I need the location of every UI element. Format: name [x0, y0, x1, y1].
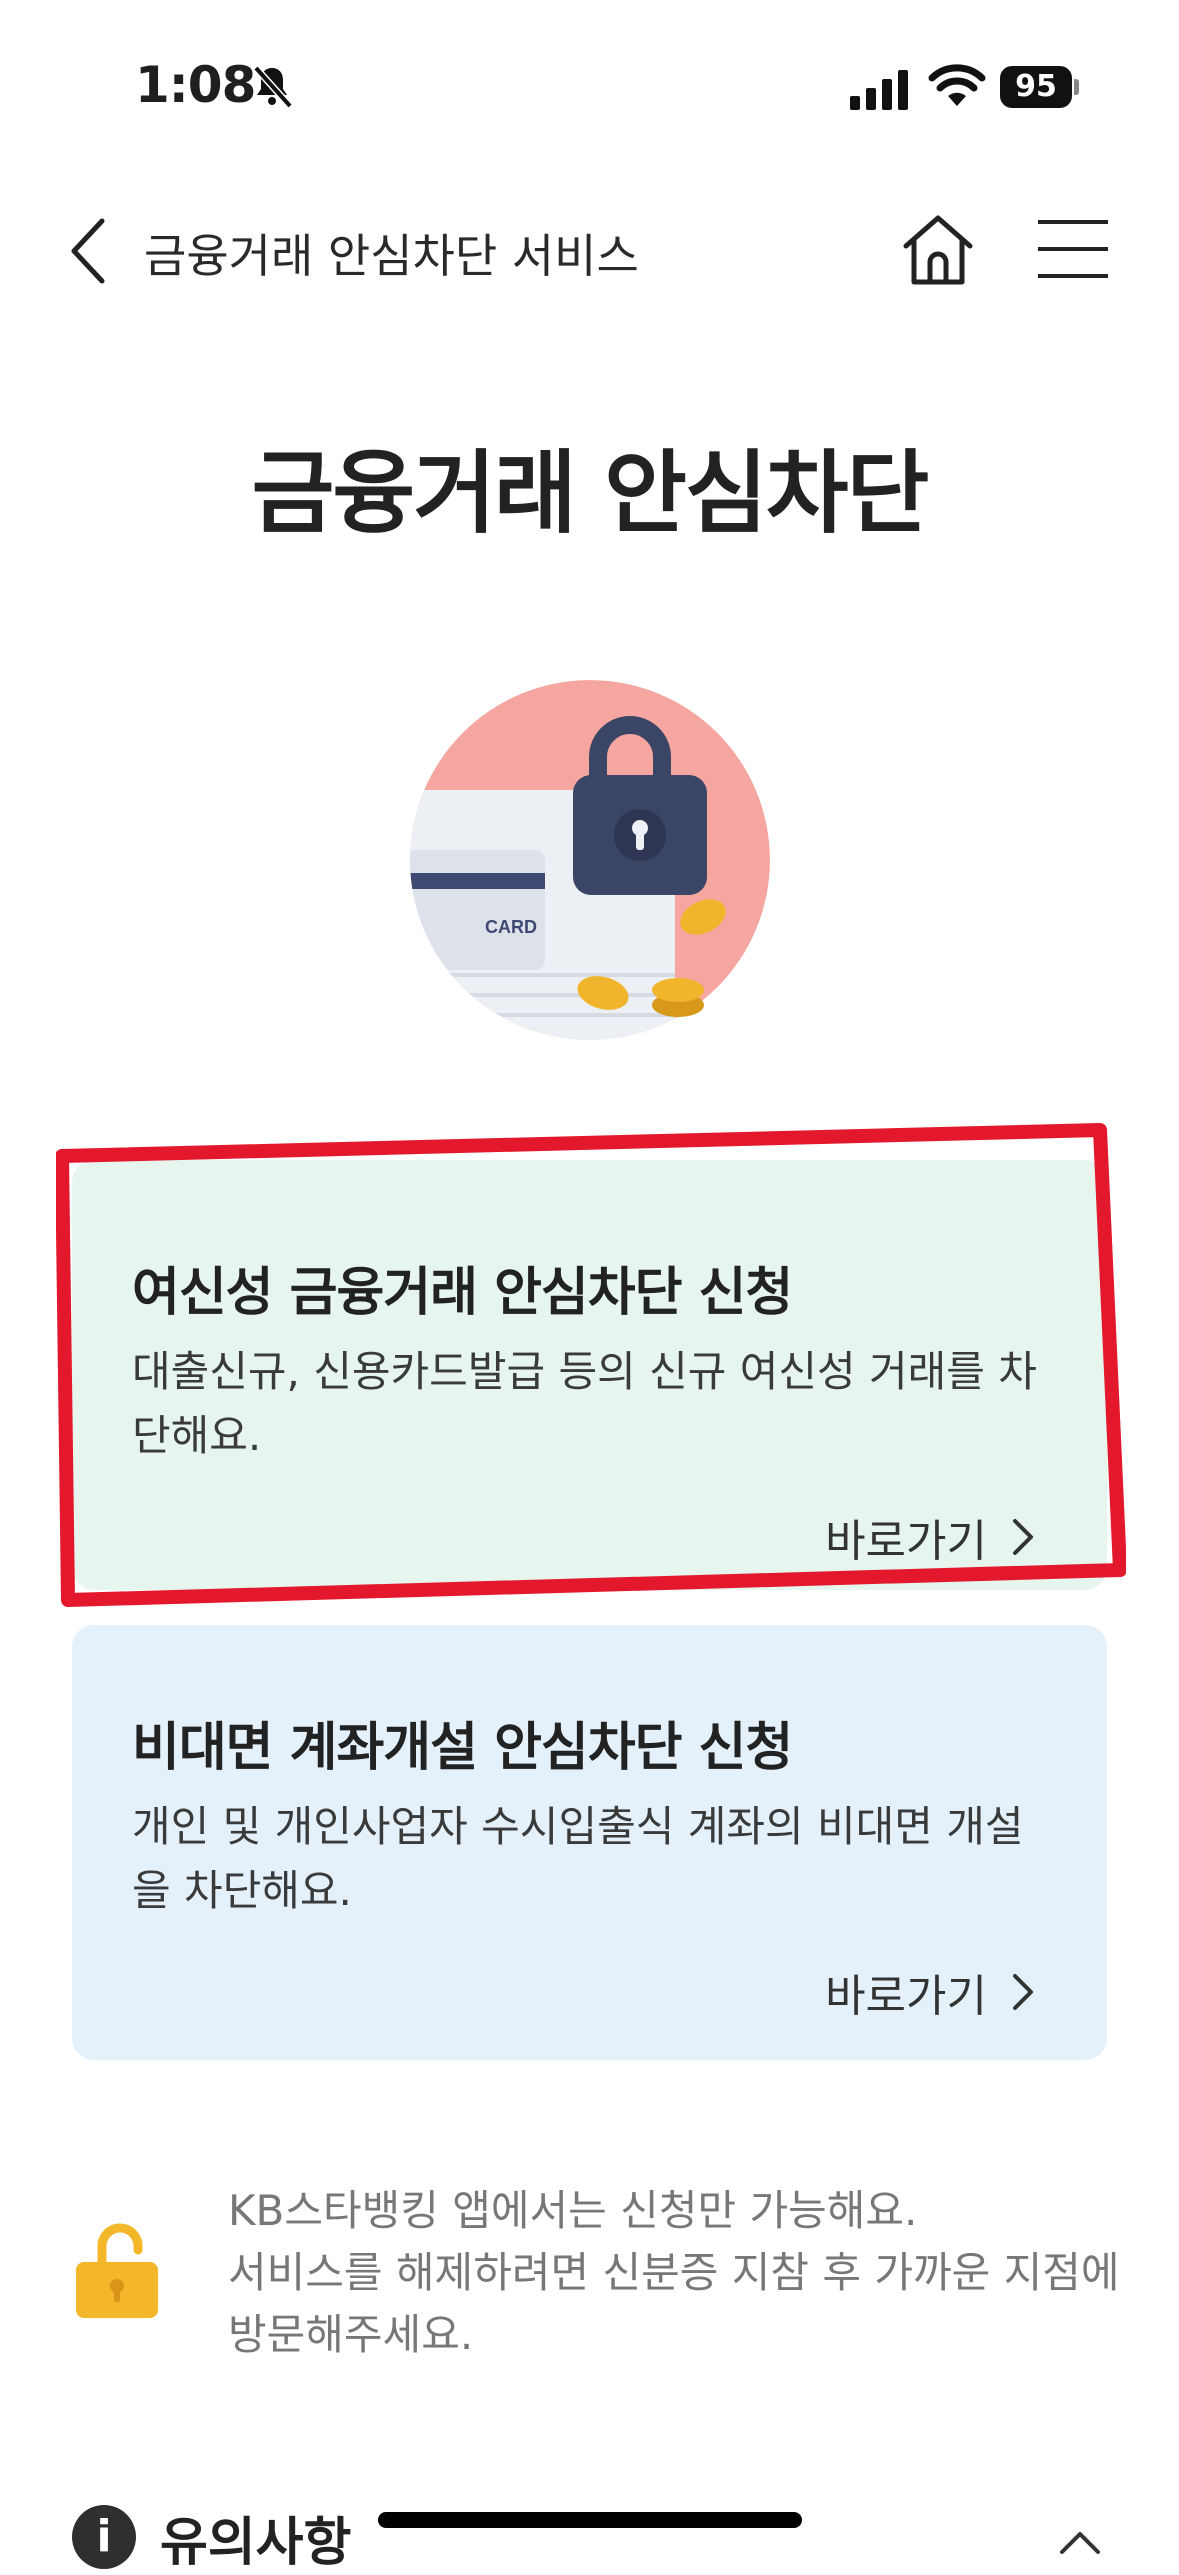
bell-muted-icon — [253, 65, 293, 109]
card-title: 비대면 계좌개설 안심차단 신청 — [132, 1718, 793, 1778]
hamburger-menu-icon[interactable] — [1036, 218, 1110, 280]
home-indicator[interactable] — [378, 2512, 802, 2528]
notice-text: KB스타뱅킹 앱에서는 신청만 가능해요. 서비스를 해제하려면 신분증 지참 … — [228, 2180, 1128, 2366]
info-icon: i — [72, 2505, 136, 2569]
notice-line: 서비스를 해제하려면 신분증 지참 후 가까운 지점에 방문해주세요. — [228, 2248, 1120, 2359]
wifi-icon — [928, 64, 986, 106]
header-title: 금융거래 안심차단 서비스 — [144, 229, 639, 283]
home-icon[interactable] — [900, 212, 976, 288]
battery-level: 95 — [1015, 69, 1057, 104]
back-arrow-icon[interactable] — [62, 215, 112, 287]
security-lock-card-illustration: CARD — [410, 680, 770, 1040]
card-description: 개인 및 개인사업자 수시입출식 계좌의 비대면 개설을 차단해요. — [132, 1802, 1024, 1915]
non-face-to-face-account-block-card[interactable]: 비대면 계좌개설 안심차단 신청 개인 및 개인사업자 수시입출식 계좌의 비대… — [72, 1625, 1107, 2060]
battery-icon: 95 — [1000, 66, 1080, 108]
page-title: 금융거래 안심차단 — [251, 441, 930, 546]
status-time: 1:08 — [135, 56, 256, 114]
notice-line: KB스타뱅킹 앱에서는 신청만 가능해요. — [228, 2186, 918, 2235]
shortcut-label: 바로가기 — [825, 1971, 987, 2022]
caution-section-title[interactable]: 유의사항 — [160, 2500, 351, 2575]
shortcut-link[interactable]: 바로가기 — [825, 1960, 1037, 2024]
card-label: CARD — [485, 917, 537, 937]
cellular-signal-icon — [850, 70, 908, 110]
unlock-icon — [76, 2223, 158, 2318]
highlight-annotation-box — [56, 1123, 1126, 1607]
chevron-right-icon — [1013, 1974, 1033, 2010]
chevron-up-icon[interactable] — [1058, 2530, 1102, 2556]
